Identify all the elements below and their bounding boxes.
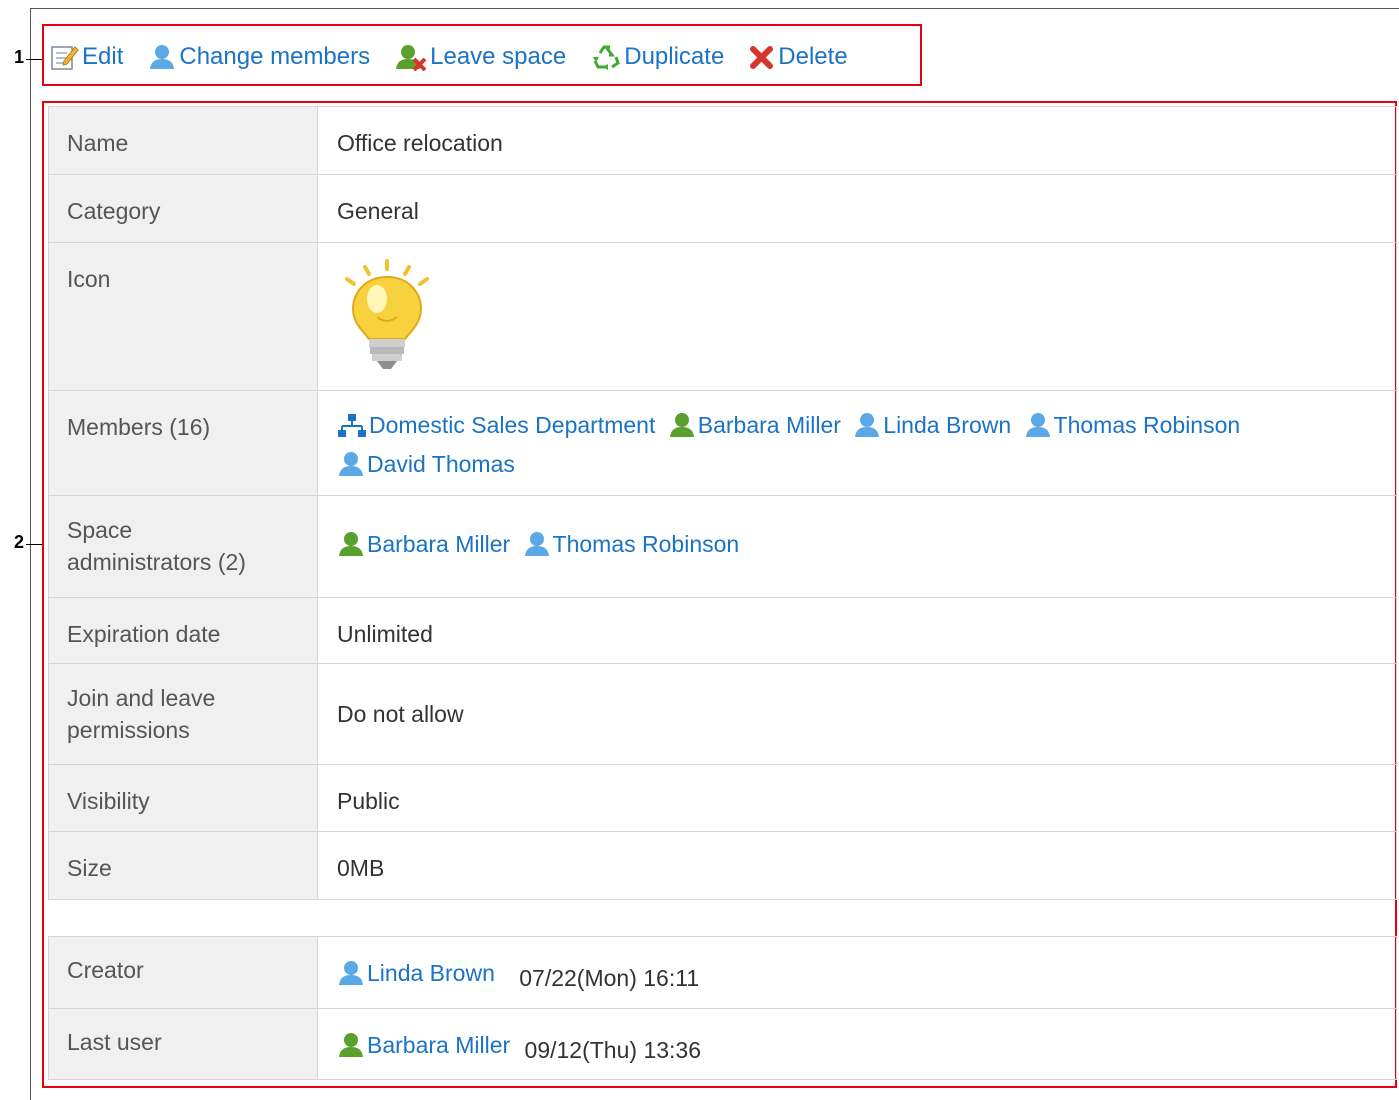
- user-blue-icon: [524, 532, 549, 556]
- administrators-value: Barbara Miller Thomas Robinson: [317, 495, 1397, 598]
- member-name: Linda Brown: [883, 412, 1012, 438]
- callout-number-2: 2: [14, 532, 25, 552]
- detail-row-join-leave: Join and leave permissions Do not allow: [48, 663, 1397, 765]
- detail-row-visibility: Visibility Public: [48, 764, 1397, 832]
- change-members-label: Change members: [179, 43, 371, 70]
- space-details-table: Name Office relocation Category General …: [48, 106, 1397, 900]
- join-leave-label: Join and leave permissions: [48, 663, 318, 765]
- last-user-timestamp: 09/12(Thu) 13:36: [524, 1037, 701, 1063]
- history-row-creator: Creator Linda Brown 07/22(Mon) 16:11: [48, 936, 1397, 1009]
- detail-row-size: Size 0MB: [48, 831, 1397, 900]
- administrators-label-line2: administrators (2): [67, 549, 246, 575]
- visibility-label: Visibility: [48, 764, 318, 832]
- leave-space-label: Leave space: [430, 43, 567, 70]
- expiration-value: Unlimited: [317, 597, 1397, 664]
- category-label: Category: [48, 174, 318, 243]
- visibility-value: Public: [317, 764, 1397, 832]
- last-user-label: Last user: [48, 1008, 318, 1080]
- delete-button[interactable]: Delete: [748, 43, 848, 71]
- user-green-icon: [339, 532, 363, 556]
- member-link[interactable]: David Thomas: [337, 447, 515, 481]
- administrators-label: Space administrators (2): [48, 495, 318, 598]
- callout-tick-2: [26, 544, 42, 545]
- member-name: Thomas Robinson: [1053, 412, 1241, 438]
- last-user-value: Barbara Miller 09/12(Thu) 13:36: [317, 1008, 1397, 1080]
- creator-link[interactable]: Linda Brown: [337, 956, 495, 990]
- history-row-last-user: Last user Barbara Miller 09/12(Thu) 13:3…: [48, 1008, 1397, 1080]
- administrators-label-line1: Space: [67, 517, 133, 543]
- members-value: Domestic Sales Department Barbara Miller…: [317, 390, 1397, 496]
- creator-name: Linda Brown: [367, 960, 495, 986]
- name-label: Name: [48, 106, 318, 175]
- last-user-name: Barbara Miller: [367, 1032, 511, 1058]
- icon-value: [317, 242, 1397, 391]
- join-leave-label-line1: Join and leave: [67, 685, 216, 711]
- callout-tick-1: [26, 59, 42, 60]
- detail-row-administrators: Space administrators (2) Barbara Miller …: [48, 495, 1397, 598]
- delete-label: Delete: [778, 43, 848, 70]
- join-leave-label-line2: permissions: [67, 717, 190, 743]
- creator-timestamp: 07/22(Mon) 16:11: [519, 965, 700, 991]
- detail-row-name: Name Office relocation: [48, 106, 1397, 175]
- member-name: Domestic Sales Department: [369, 412, 656, 438]
- organization-icon: [338, 414, 366, 437]
- member-name: David Thomas: [367, 451, 515, 477]
- edit-label: Edit: [82, 43, 124, 70]
- lightbulb-icon: [345, 259, 429, 369]
- leave-space-button[interactable]: Leave space: [394, 43, 566, 71]
- action-toolbar: Edit Change members Leave space Duplicat…: [50, 38, 872, 76]
- frame-left-border: [30, 8, 31, 1100]
- user-green-icon: [339, 1033, 363, 1057]
- recycle-icon: [593, 45, 621, 70]
- expiration-label: Expiration date: [48, 597, 318, 664]
- user-blue-icon: [855, 413, 880, 437]
- user-blue-icon: [339, 961, 363, 985]
- creator-label: Creator: [48, 936, 318, 1009]
- member-link[interactable]: Barbara Miller: [668, 408, 841, 442]
- edit-button[interactable]: Edit: [50, 43, 123, 71]
- callout-number-1: 1: [14, 47, 25, 67]
- detail-row-members: Members (16) Domestic Sales Department B…: [48, 390, 1397, 496]
- duplicate-button[interactable]: Duplicate: [590, 43, 724, 71]
- history-table: Creator Linda Brown 07/22(Mon) 16:11 Las…: [48, 936, 1397, 1080]
- user-blue-icon: [339, 452, 363, 476]
- member-link[interactable]: Thomas Robinson: [1024, 408, 1241, 442]
- administrator-name: Thomas Robinson: [552, 531, 740, 557]
- detail-row-expiration: Expiration date Unlimited: [48, 597, 1397, 664]
- members-label: Members (16): [48, 390, 318, 496]
- size-label: Size: [48, 831, 318, 900]
- administrator-name: Barbara Miller: [367, 531, 511, 557]
- category-value: General: [317, 174, 1397, 243]
- detail-row-icon: Icon: [48, 242, 1397, 391]
- member-link-organization[interactable]: Domestic Sales Department: [337, 408, 655, 442]
- member-name: Barbara Miller: [697, 412, 841, 438]
- name-value: Office relocation: [317, 106, 1397, 175]
- detail-row-category: Category General: [48, 174, 1397, 243]
- creator-value: Linda Brown 07/22(Mon) 16:11: [317, 936, 1397, 1009]
- size-value: 0MB: [317, 831, 1397, 900]
- duplicate-label: Duplicate: [624, 43, 725, 70]
- frame-top-border: [30, 8, 1399, 9]
- edit-icon: [51, 46, 79, 70]
- administrator-link[interactable]: Barbara Miller: [337, 527, 510, 561]
- leave-user-icon: [396, 45, 427, 71]
- last-user-link[interactable]: Barbara Miller: [337, 1028, 510, 1062]
- user-green-icon: [669, 413, 694, 437]
- member-link[interactable]: Linda Brown: [853, 408, 1011, 442]
- change-members-button[interactable]: Change members: [147, 43, 370, 71]
- delete-x-icon: [750, 46, 774, 69]
- user-icon: [150, 45, 175, 69]
- user-blue-icon: [1025, 413, 1050, 437]
- administrator-link[interactable]: Thomas Robinson: [523, 527, 740, 561]
- join-leave-value: Do not allow: [317, 663, 1397, 765]
- icon-label: Icon: [48, 242, 318, 391]
